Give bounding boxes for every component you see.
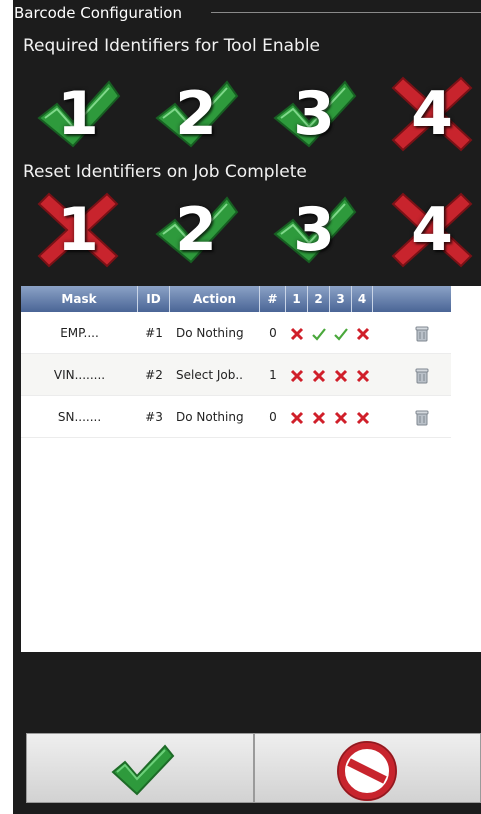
no-entry-icon	[337, 741, 397, 801]
cell-flag-3-cross-icon[interactable]	[330, 354, 352, 396]
cell-count: 1	[269, 368, 277, 382]
cell-id: #2	[145, 368, 163, 382]
column-header-4[interactable]: 4	[352, 286, 373, 312]
cell-flag-2-cross-icon[interactable]	[308, 396, 330, 438]
barcode-table: Mask ID Action # 1 2 3 4 EMP.... #1 Do Not…	[21, 286, 481, 652]
cell-flag-1-cross-icon[interactable]	[286, 312, 308, 354]
column-header-count[interactable]: #	[260, 286, 286, 312]
column-header-id[interactable]: ID	[138, 286, 170, 312]
reset-identifier-2-toggle[interactable]: 2	[153, 190, 239, 270]
required-identifier-2-toggle[interactable]: 2	[153, 74, 239, 154]
confirm-button[interactable]	[26, 733, 254, 803]
cell-id: #3	[145, 410, 163, 424]
reset-identifier-3-toggle[interactable]: 3	[271, 190, 357, 270]
cell-id: #1	[145, 326, 163, 340]
reset-identifier-1-toggle[interactable]: 1	[35, 190, 121, 270]
cell-flag-1-cross-icon[interactable]	[286, 396, 308, 438]
trash-icon[interactable]	[411, 312, 433, 354]
cell-flag-4-cross-icon[interactable]	[352, 396, 374, 438]
identifier-number: 3	[293, 195, 335, 265]
column-header-3[interactable]: 3	[330, 286, 352, 312]
reset-identifiers-heading: Reset Identifiers on Job Complete	[23, 162, 307, 182]
cell-flag-2-check-icon[interactable]	[308, 312, 330, 354]
reset-identifiers-row: 1 2 3 4	[13, 190, 481, 270]
cell-flag-3-cross-icon[interactable]	[330, 396, 352, 438]
identifier-number: 1	[57, 195, 99, 265]
required-identifier-3-toggle[interactable]: 3	[271, 74, 357, 154]
cell-flag-2-cross-icon[interactable]	[308, 354, 330, 396]
identifier-number: 4	[411, 195, 453, 265]
cell-mask: EMP....	[60, 326, 99, 340]
required-identifier-1-toggle[interactable]: 1	[35, 74, 121, 154]
cell-flag-1-cross-icon[interactable]	[286, 354, 308, 396]
table-row[interactable]: VIN........ #2 Select Job.. 1	[21, 354, 451, 396]
required-identifier-4-toggle[interactable]: 4	[389, 74, 475, 154]
column-header-mask[interactable]: Mask	[21, 286, 138, 312]
column-header-delete	[373, 286, 451, 312]
cell-count: 0	[269, 410, 277, 424]
cell-count: 0	[269, 326, 277, 340]
barcode-configuration-window: Barcode Configuration Required Identifie…	[13, 0, 481, 814]
cancel-button[interactable]	[254, 733, 481, 803]
cell-action: Do Nothing	[176, 410, 244, 424]
required-identifiers-row: 1 2 3 4	[13, 74, 481, 154]
cell-action: Select Job..	[176, 368, 243, 382]
column-header-2[interactable]: 2	[308, 286, 330, 312]
table-row[interactable]: SN....... #3 Do Nothing 0	[21, 396, 451, 438]
table-header: Mask ID Action # 1 2 3 4	[21, 286, 451, 312]
window-title: Barcode Configuration	[14, 4, 182, 22]
required-identifiers-heading: Required Identifiers for Tool Enable	[23, 36, 321, 56]
table-row[interactable]: EMP.... #1 Do Nothing 0	[21, 312, 451, 354]
cell-flag-3-check-icon[interactable]	[330, 312, 352, 354]
identifier-number: 4	[411, 79, 453, 149]
trash-icon[interactable]	[411, 396, 433, 438]
column-header-1[interactable]: 1	[286, 286, 308, 312]
identifier-number: 3	[293, 79, 335, 149]
cell-action: Do Nothing	[176, 326, 244, 340]
reset-identifier-4-toggle[interactable]: 4	[389, 190, 475, 270]
cell-flag-4-cross-icon[interactable]	[352, 312, 374, 354]
title-bar: Barcode Configuration	[13, 0, 481, 26]
cell-flag-4-cross-icon[interactable]	[352, 354, 374, 396]
trash-icon[interactable]	[411, 354, 433, 396]
identifier-number: 1	[57, 79, 99, 149]
identifier-number: 2	[175, 195, 217, 265]
check-icon	[111, 744, 175, 796]
column-header-action[interactable]: Action	[170, 286, 260, 312]
cell-mask: SN.......	[57, 410, 102, 424]
title-divider	[211, 12, 481, 13]
identifier-number: 2	[175, 79, 217, 149]
cell-mask: VIN........	[53, 368, 106, 382]
